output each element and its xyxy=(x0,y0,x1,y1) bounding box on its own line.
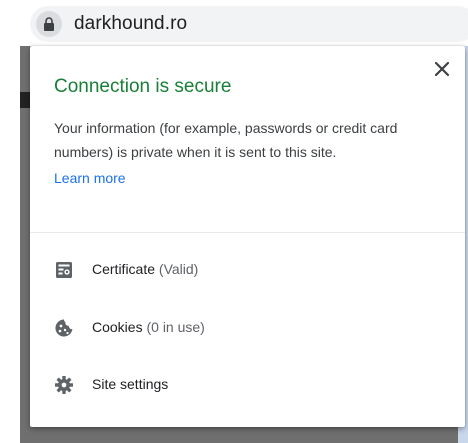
cookies-label: Cookies xyxy=(92,319,143,335)
certificate-icon xyxy=(56,262,72,278)
divider xyxy=(30,232,465,233)
site-info-popup: Connection is secure Your information (f… xyxy=(30,46,465,427)
gear-icon xyxy=(55,376,73,394)
site-settings-label: Site settings xyxy=(92,376,169,392)
cookies-count: (0 in use) xyxy=(142,319,205,335)
cookies-item[interactable]: Cookies (0 in use) xyxy=(30,305,465,351)
certificate-item[interactable]: Certificate (Valid) xyxy=(30,247,465,293)
lock-icon xyxy=(44,17,54,31)
close-button[interactable] xyxy=(431,58,453,80)
site-info-button[interactable] xyxy=(36,11,62,37)
learn-more-link[interactable]: Learn more xyxy=(54,170,126,186)
close-icon xyxy=(434,61,450,77)
certificate-label: Certificate xyxy=(92,261,156,277)
connection-title: Connection is secure xyxy=(54,76,232,97)
browser-toolbar: darkhound.ro xyxy=(0,0,468,46)
site-settings-item[interactable]: Site settings xyxy=(30,362,465,408)
address-domain[interactable]: darkhound.ro xyxy=(74,13,187,35)
connection-description: Your information (for example, passwords… xyxy=(54,120,398,160)
certificate-status: (Valid) xyxy=(155,261,199,277)
cookie-icon xyxy=(55,319,73,337)
